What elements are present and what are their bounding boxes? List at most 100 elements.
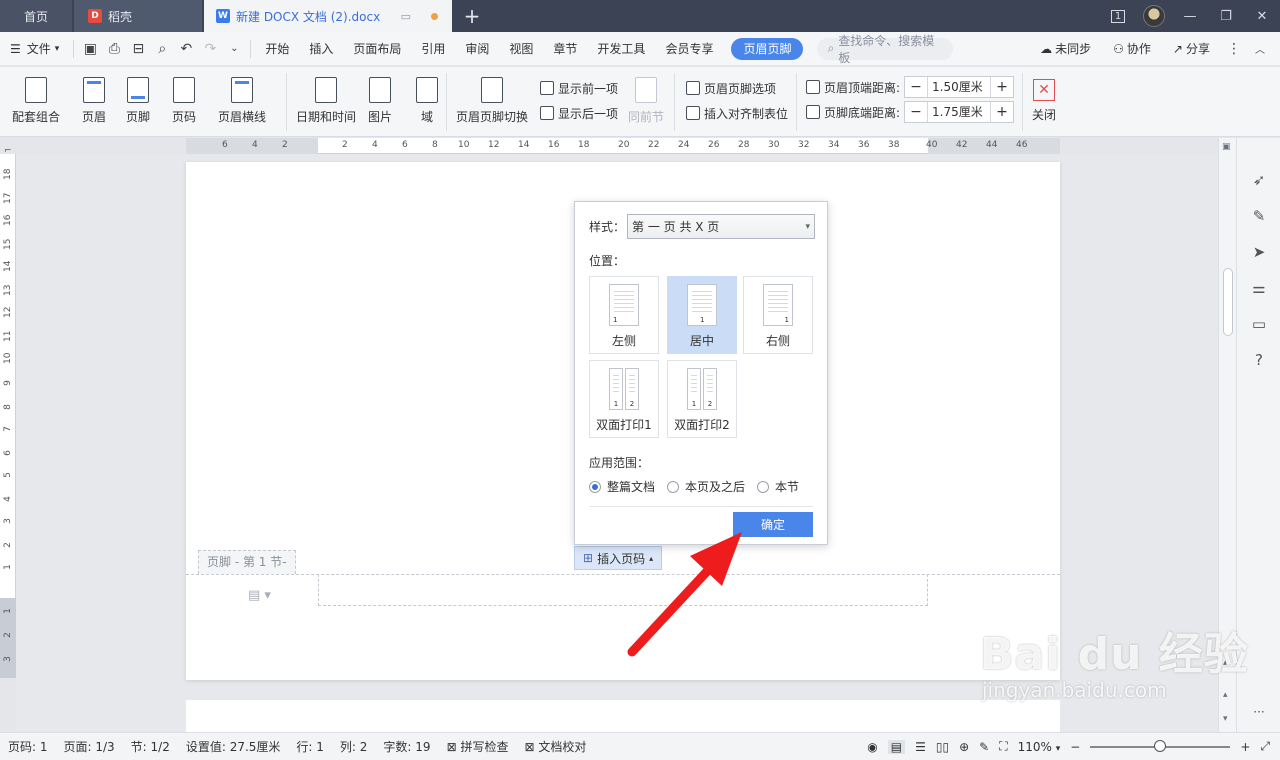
scope-whole-radio[interactable]: [589, 480, 601, 493]
menu-tab-developer[interactable]: 开发工具: [587, 32, 655, 66]
pen-view-icon[interactable]: ✎: [979, 740, 989, 754]
eye-protect-icon[interactable]: ◉: [867, 740, 877, 754]
show-prev-button[interactable]: 显示前一项: [540, 77, 618, 99]
horizontal-ruler[interactable]: 6 4 2 2 4 6 8 10 12 14 16 18 20 22 24 26…: [186, 138, 1060, 154]
same-as-previous-button[interactable]: 同前节: [628, 67, 664, 125]
save-icon[interactable]: ▣: [78, 32, 102, 66]
menu-tab-view[interactable]: 视图: [499, 32, 543, 66]
spellcheck-button[interactable]: ⊠ 拼写检查: [439, 738, 517, 755]
zoom-slider[interactable]: [1090, 739, 1231, 752]
status-words[interactable]: 字数: 19: [375, 738, 438, 755]
tab-home[interactable]: 首页: [0, 0, 72, 32]
zoom-in-button[interactable]: +: [1240, 740, 1250, 754]
status-setting[interactable]: 设置值: 27.5厘米: [178, 738, 289, 755]
menu-tab-insert[interactable]: 插入: [299, 32, 343, 66]
new-tab-button[interactable]: +: [452, 0, 492, 32]
redo-icon[interactable]: ↷: [198, 32, 222, 66]
close-window-button[interactable]: ✕: [1244, 0, 1280, 32]
page-view-icon[interactable]: ▤: [887, 739, 906, 754]
document-page-2[interactable]: [186, 700, 1060, 732]
fit-page-icon[interactable]: ⛶: [999, 739, 1007, 754]
page-number-button[interactable]: 页码: [172, 67, 196, 125]
increase-button[interactable]: +: [991, 79, 1013, 95]
header-footer-options-button[interactable]: 页眉页脚选项: [686, 77, 776, 99]
header-line-button[interactable]: 页眉横线: [218, 67, 266, 125]
decrease-button[interactable]: −: [905, 79, 927, 95]
minimize-button[interactable]: —: [1172, 0, 1208, 32]
header-top-stepper[interactable]: − 1.50厘米 +: [904, 76, 1015, 98]
datetime-button[interactable]: 日期和时间: [296, 67, 356, 125]
tab-daoke[interactable]: D 稻壳: [74, 0, 202, 32]
header-footer-switch-button[interactable]: 页眉页脚切换: [456, 67, 528, 125]
header-button[interactable]: 页眉: [82, 67, 106, 125]
inbox-icon[interactable]: ▭: [1249, 314, 1269, 334]
sync-button[interactable]: ☁ 未同步: [1030, 32, 1101, 66]
show-next-button[interactable]: 显示后一项: [540, 102, 618, 124]
export-pdf-icon[interactable]: ⎙: [102, 32, 126, 66]
header-top-value[interactable]: 1.50厘米: [927, 77, 992, 97]
zoom-out-button[interactable]: −: [1070, 740, 1080, 754]
menu-tab-header-footer[interactable]: 页眉页脚: [731, 37, 804, 60]
scope-section-radio[interactable]: [757, 480, 770, 493]
scope-after-radio[interactable]: [667, 480, 680, 493]
more-quick-icon[interactable]: ⌄: [222, 32, 246, 66]
menu-tab-layout[interactable]: 页面布局: [343, 32, 411, 66]
status-pages[interactable]: 页面: 1/3: [56, 738, 123, 755]
decrease-button[interactable]: −: [905, 104, 927, 120]
rocket-icon[interactable]: ➶: [1249, 170, 1269, 190]
outline-view-icon[interactable]: ☰: [915, 740, 926, 754]
print-preview-icon[interactable]: ⌕: [150, 32, 174, 66]
reading-view-icon[interactable]: ▯▯: [936, 740, 949, 754]
help-icon[interactable]: ?: [1249, 350, 1269, 370]
web-view-icon[interactable]: ⊕: [959, 740, 969, 754]
footer-button[interactable]: 页脚: [126, 67, 150, 125]
zoom-level[interactable]: 110% ▾: [1018, 740, 1061, 754]
pen-icon[interactable]: ✎: [1249, 206, 1269, 226]
share-button[interactable]: ↗ 分享: [1163, 32, 1220, 66]
combo-button[interactable]: 配套组合: [12, 67, 60, 125]
monitor-icon[interactable]: ▭: [401, 10, 411, 23]
avatar[interactable]: [1136, 0, 1172, 32]
menu-tab-reference[interactable]: 引用: [411, 32, 455, 66]
more-horizontal-icon[interactable]: ···: [1249, 702, 1269, 722]
footer-bottom-value[interactable]: 1.75厘米: [927, 102, 992, 122]
position-duplex-1[interactable]: 1 2 双面打印1: [589, 360, 659, 438]
fullscreen-icon[interactable]: ⤢: [1260, 739, 1270, 754]
file-menu[interactable]: ☰ 文件 ▾: [0, 32, 69, 66]
close-header-footer-button[interactable]: ✕ 关闭: [1032, 67, 1056, 123]
scroll-thumb[interactable]: [1223, 268, 1233, 336]
status-page[interactable]: 页码: 1: [0, 738, 56, 755]
doccheck-button[interactable]: ⊠ 文档校对: [516, 738, 594, 755]
status-section[interactable]: 节: 1/2: [123, 738, 178, 755]
scope-after-label[interactable]: 本页及之后: [685, 478, 745, 495]
ok-button[interactable]: 确定: [733, 512, 813, 537]
increase-button[interactable]: +: [991, 104, 1013, 120]
scope-section-label[interactable]: 本节: [775, 478, 799, 495]
document-options-icon[interactable]: ▤ ▾: [248, 588, 271, 603]
position-right[interactable]: 1 右侧: [743, 276, 813, 354]
scope-whole-label[interactable]: 整篇文档: [607, 478, 655, 495]
picture-button[interactable]: 图片: [368, 67, 392, 125]
command-search-input[interactable]: ⌕ 查找命令、搜索模板: [817, 34, 954, 65]
position-left[interactable]: 1 左侧: [589, 276, 659, 354]
cursor-icon[interactable]: ➤: [1249, 242, 1269, 262]
next-page-icon[interactable]: ▾: [1223, 714, 1228, 724]
footer-bottom-stepper[interactable]: − 1.75厘米 +: [904, 101, 1015, 123]
collab-button[interactable]: ⚇ 协作: [1103, 32, 1161, 66]
more-vertical-icon[interactable]: ⋮: [1222, 32, 1246, 66]
insert-page-number-button[interactable]: ⊞ 插入页码 ▴: [574, 546, 663, 570]
insert-align-tab-button[interactable]: 插入对齐制表位: [686, 102, 788, 124]
menu-tab-section[interactable]: 章节: [543, 32, 587, 66]
undo-icon[interactable]: ↶: [174, 32, 198, 66]
menu-tab-start[interactable]: 开始: [255, 32, 299, 66]
restore-button[interactable]: ❐: [1208, 0, 1244, 32]
style-select[interactable]: 第 一 页 共 X 页: [627, 214, 816, 239]
page-indicator-icon[interactable]: 1: [1100, 0, 1136, 32]
footer-edit-area[interactable]: [318, 574, 928, 606]
menu-tab-review[interactable]: 审阅: [455, 32, 499, 66]
menu-tab-member[interactable]: 会员专享: [655, 32, 723, 66]
tab-document[interactable]: W 新建 DOCX 文档 (2).docx ▭: [204, 0, 452, 32]
collapse-ribbon-icon[interactable]: ︿: [1248, 32, 1272, 66]
vertical-ruler[interactable]: 18 17 16 15 14 13 12 11 10 9 8 7 6 5 4 3…: [0, 154, 16, 678]
zoom-slider-knob[interactable]: [1154, 739, 1167, 752]
